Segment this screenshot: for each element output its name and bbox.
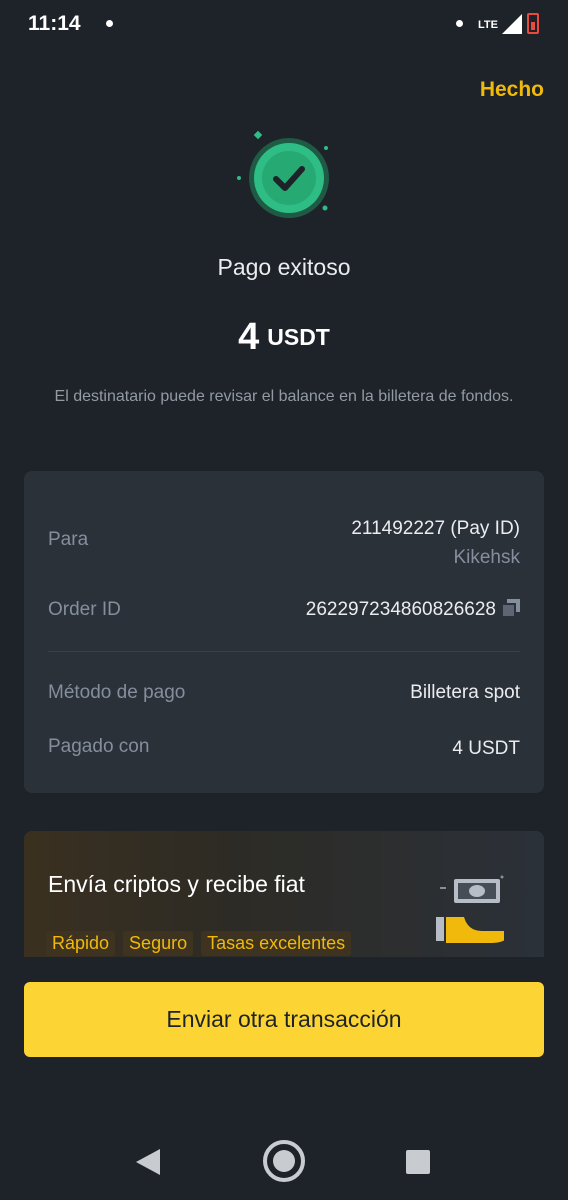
back-nav-icon[interactable] bbox=[136, 1149, 160, 1175]
status-time: 11:14 bbox=[28, 12, 81, 35]
paid-with-value: 4 USDT bbox=[452, 738, 520, 759]
paid-with-label: Pagado con bbox=[48, 736, 150, 757]
promo-title: Envía criptos y recibe fiat bbox=[48, 871, 305, 897]
done-button[interactable]: Hecho bbox=[480, 78, 544, 102]
payment-amount: 4 USDT bbox=[0, 316, 568, 359]
payment-method-label: Método de pago bbox=[48, 682, 186, 703]
promo-tags: Rápido Seguro Tasas excelentes bbox=[46, 931, 359, 956]
promo-tag: Seguro bbox=[123, 931, 194, 956]
order-id-value: 262297234860826628 bbox=[305, 599, 496, 620]
detail-row-method: Método de pago Billetera spot bbox=[48, 682, 520, 712]
copy-icon[interactable] bbox=[502, 599, 520, 617]
to-pay-id: 211492227 (Pay ID) bbox=[351, 518, 520, 539]
to-label: Para bbox=[48, 529, 89, 550]
to-username: Kikehsk bbox=[453, 547, 520, 568]
success-check-icon bbox=[237, 130, 329, 218]
signal-icon bbox=[502, 14, 522, 34]
payment-method-value: Billetera spot bbox=[410, 682, 520, 703]
detail-row-to: Para 211492227 (Pay ID) Kikehsk bbox=[48, 514, 520, 574]
promo-tag: Rápido bbox=[46, 931, 116, 956]
divider bbox=[48, 651, 520, 652]
order-id-label: Order ID bbox=[48, 599, 121, 620]
payment-description: El destinatario puede revisar el balance… bbox=[54, 388, 514, 405]
notification-dot-icon bbox=[106, 20, 113, 27]
notification-dot-icon bbox=[456, 20, 463, 27]
promo-tag: Tasas excelentes bbox=[201, 931, 352, 956]
amount-currency: USDT bbox=[267, 324, 330, 350]
network-type: LTE bbox=[478, 19, 498, 31]
home-nav-icon[interactable] bbox=[262, 1139, 306, 1183]
cash-hand-icon bbox=[436, 875, 504, 943]
recent-apps-nav-icon[interactable] bbox=[406, 1150, 430, 1174]
battery-icon bbox=[527, 13, 539, 34]
detail-row-order-id: Order ID 262297234860826628 bbox=[48, 599, 520, 629]
payment-details-card: Para 211492227 (Pay ID) Kikehsk Order ID… bbox=[24, 471, 544, 793]
detail-row-paid-with: Pagado con 4 USDT bbox=[48, 736, 520, 766]
promo-banner[interactable]: Envía criptos y recibe fiat Rápido Seguro… bbox=[24, 831, 544, 957]
amount-value: 4 bbox=[238, 316, 260, 358]
status-bar: 11:14 LTE bbox=[0, 0, 568, 50]
payment-status-title: Pago exitoso bbox=[217, 254, 351, 280]
send-another-transaction-button[interactable]: Enviar otra transacción bbox=[24, 982, 544, 1057]
